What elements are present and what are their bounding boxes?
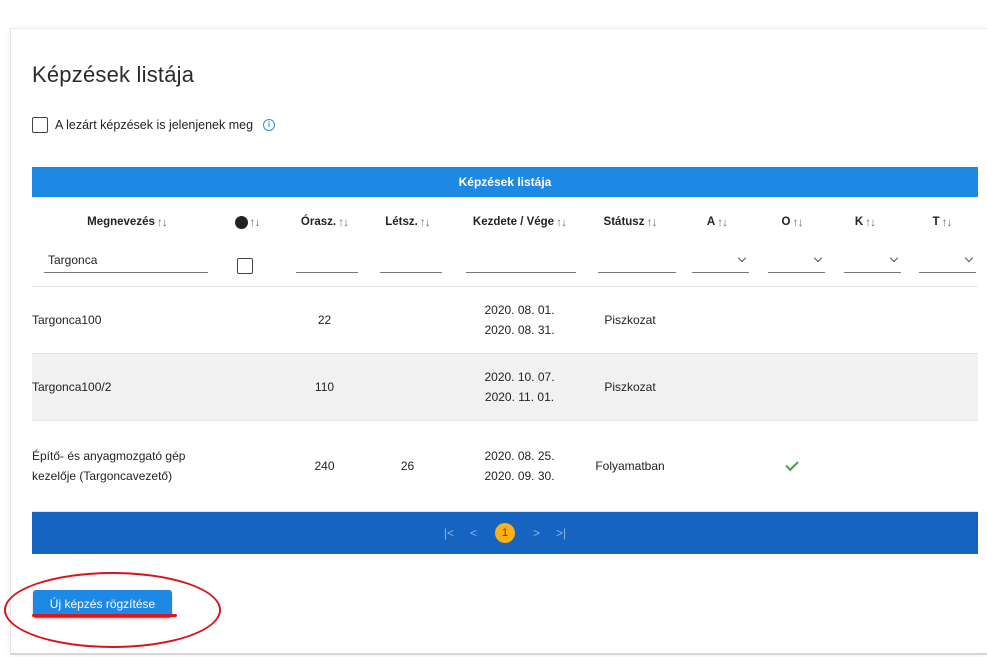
row-name: Targonca100/2 xyxy=(32,380,112,394)
sort-icon[interactable]: ↑↓ xyxy=(338,215,349,229)
web-filter-checkbox[interactable] xyxy=(237,258,253,274)
count-filter-input[interactable] xyxy=(380,249,442,273)
table-caption: Képzések listája xyxy=(32,167,978,197)
col-header-k[interactable]: K ↑↓ xyxy=(840,197,890,247)
check-icon xyxy=(785,457,799,471)
sort-icon[interactable]: ↑↓ xyxy=(646,215,657,229)
sort-icon[interactable]: ↑↓ xyxy=(556,215,567,229)
row-status: Piszkozat xyxy=(604,313,656,327)
show-closed-label[interactable]: A lezárt képzések is jelenjenek meg xyxy=(55,118,253,132)
row-dates: 2020. 08. 25. 2020. 09. 30. xyxy=(457,421,582,511)
row-dates: 2020. 08. 01. 2020. 08. 31. xyxy=(457,287,582,353)
col-header-status[interactable]: Státusz ↑↓ xyxy=(590,197,670,247)
annotation-underline xyxy=(32,614,177,617)
col-header-t[interactable]: T ↑↓ xyxy=(917,197,967,247)
status-filter-input[interactable] xyxy=(598,249,676,273)
row-end-date: 2020. 11. 01. xyxy=(484,390,555,404)
sort-icon[interactable]: ↑↓ xyxy=(717,215,728,229)
show-closed-filter: A lezárt képzések is jelenjenek meg i xyxy=(32,117,276,133)
row-hours: 22 xyxy=(317,313,332,327)
last-page-icon[interactable]: >| xyxy=(556,526,566,540)
chevron-down-icon xyxy=(737,253,747,263)
row-start-date: 2020. 08. 01. xyxy=(484,303,555,317)
a-filter-select[interactable] xyxy=(692,249,749,273)
row-status: Piszkozat xyxy=(604,380,656,394)
chevron-down-icon xyxy=(889,253,899,263)
row-count xyxy=(370,287,445,353)
chevron-down-icon xyxy=(813,253,823,263)
globe-icon xyxy=(234,215,248,229)
col-header-a[interactable]: A ↑↓ xyxy=(692,197,742,247)
row-start-date: 2020. 10. 07. xyxy=(484,370,555,384)
col-header-name[interactable]: Megnevezés ↑↓ xyxy=(32,197,222,247)
row-count: 26 xyxy=(400,459,415,473)
col-header-o[interactable]: O ↑↓ xyxy=(767,197,817,247)
row-hours: 240 xyxy=(314,459,335,473)
o-filter-select[interactable] xyxy=(768,249,825,273)
table-row[interactable]: Targonca100 22 2020. 08. 01. 2020. 08. 3… xyxy=(32,287,978,354)
pagination: |< < 1 > >| xyxy=(32,512,978,554)
sort-icon[interactable]: ↑↓ xyxy=(157,215,168,229)
row-name: Építő- és anyagmozgató gép kezelője (Tar… xyxy=(32,449,186,483)
col-header-hours[interactable]: Órasz. ↑↓ xyxy=(287,197,362,247)
row-count xyxy=(370,354,445,420)
show-closed-checkbox[interactable] xyxy=(32,117,48,133)
name-filter-input[interactable] xyxy=(44,249,208,271)
sort-icon[interactable]: ↑↓ xyxy=(942,215,953,229)
row-start-date: 2020. 08. 25. xyxy=(484,449,555,463)
row-end-date: 2020. 09. 30. xyxy=(484,469,555,483)
col-header-web[interactable]: ↑↓ xyxy=(222,197,272,247)
table-row[interactable]: Targonca100/2 110 2020. 10. 07. 2020. 11… xyxy=(32,354,978,421)
chevron-down-icon xyxy=(964,253,974,263)
row-end-date: 2020. 08. 31. xyxy=(484,323,555,337)
k-filter-select[interactable] xyxy=(844,249,901,273)
hours-filter-input[interactable] xyxy=(296,249,358,273)
current-page-button[interactable]: 1 xyxy=(495,523,515,543)
table-row[interactable]: Építő- és anyagmozgató gép kezelője (Tar… xyxy=(32,421,978,512)
first-page-icon[interactable]: |< xyxy=(444,526,454,540)
sort-icon[interactable]: ↑↓ xyxy=(420,215,431,229)
col-header-dates[interactable]: Kezdete / Vége ↑↓ xyxy=(457,197,582,247)
col-header-count[interactable]: Létsz. ↑↓ xyxy=(370,197,445,247)
row-status: Folyamatban xyxy=(595,459,665,473)
trainings-table: Képzések listája Megnevezés ↑↓ ↑↓ Órasz. ↑… xyxy=(32,167,978,554)
sort-icon[interactable]: ↑↓ xyxy=(250,215,261,229)
dates-filter-input[interactable] xyxy=(466,249,576,273)
table-filter-row xyxy=(32,247,978,287)
t-filter-select[interactable] xyxy=(919,249,976,273)
row-dates: 2020. 10. 07. 2020. 11. 01. xyxy=(457,354,582,420)
row-hours: 110 xyxy=(314,380,335,394)
row-name: Targonca100 xyxy=(32,313,102,327)
next-page-icon[interactable]: > xyxy=(533,526,540,540)
name-filter xyxy=(44,249,208,273)
table-header-row: Megnevezés ↑↓ ↑↓ Órasz. ↑↓ Létsz. ↑↓ Kezdet… xyxy=(32,197,978,247)
prev-page-icon[interactable]: < xyxy=(470,526,477,540)
info-icon[interactable]: i xyxy=(263,119,276,131)
sort-icon[interactable]: ↑↓ xyxy=(792,215,803,229)
row-o-cell xyxy=(767,421,817,511)
sort-icon[interactable]: ↑↓ xyxy=(865,215,876,229)
page-title: Képzések listája xyxy=(32,62,195,87)
